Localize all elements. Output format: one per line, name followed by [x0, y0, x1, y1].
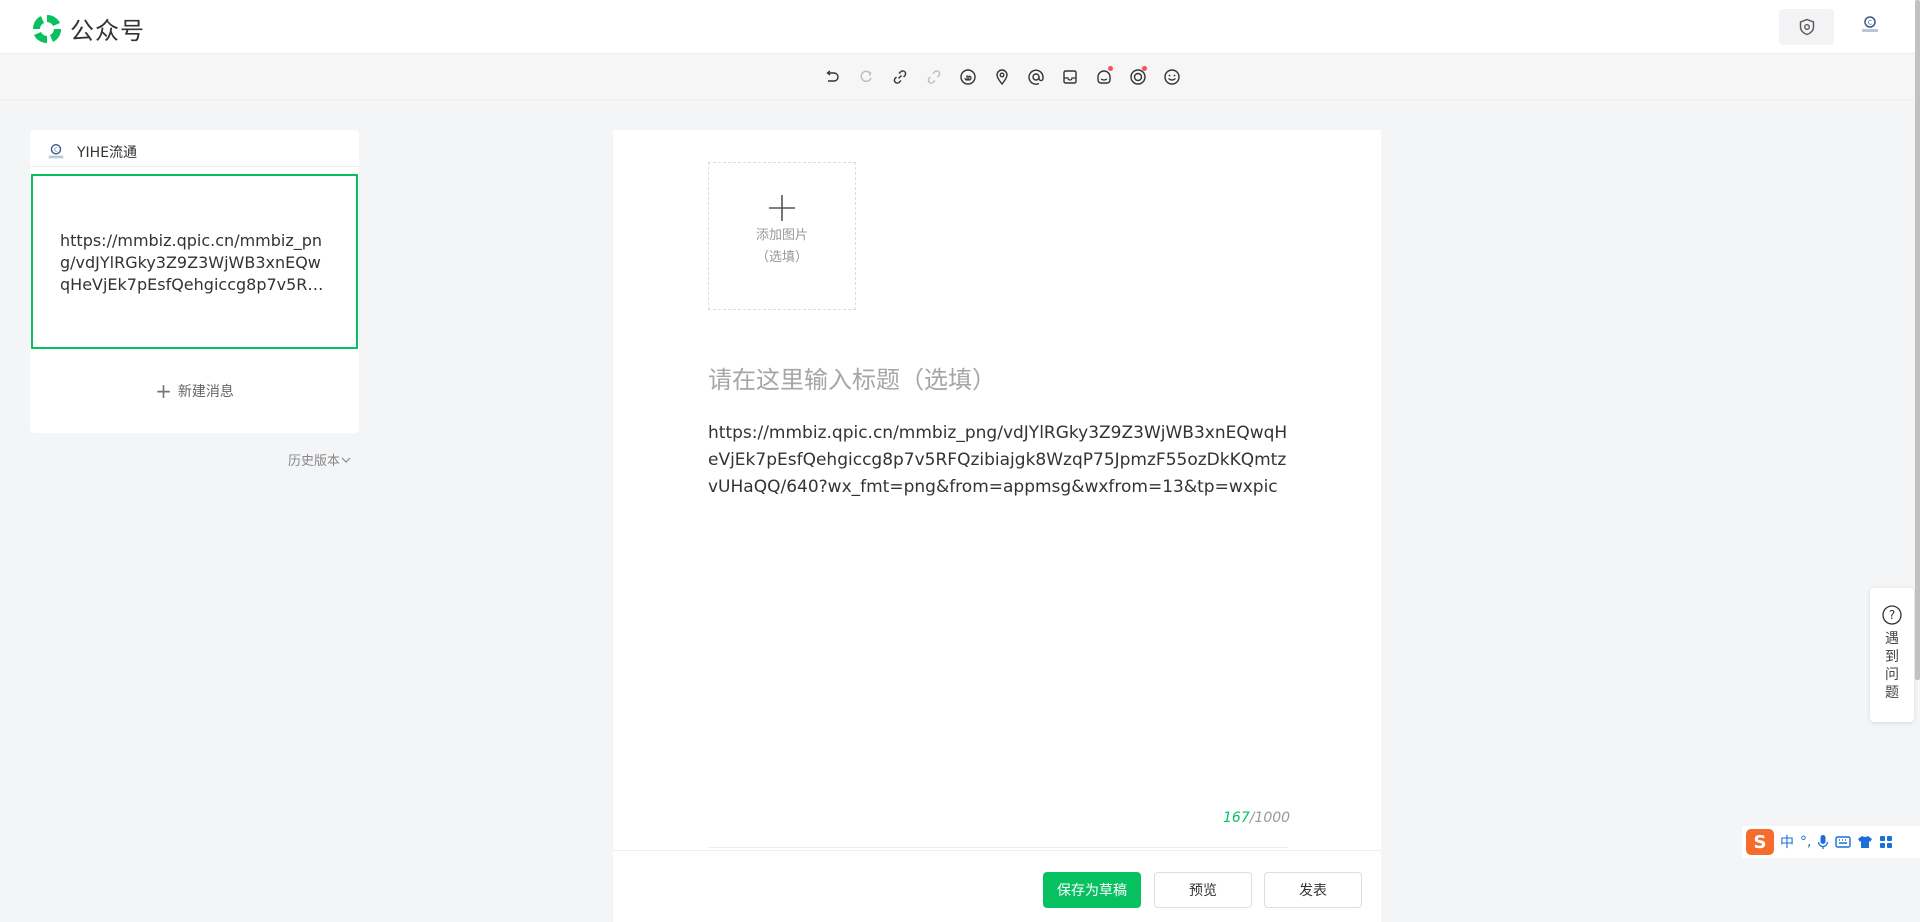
question-icon: ? [1882, 605, 1902, 625]
new-message-button[interactable]: + 新建消息 [30, 380, 359, 402]
editor-toolbar [0, 54, 1920, 100]
keyboard-icon[interactable] [1835, 835, 1852, 849]
svg-text:C: C [1868, 20, 1872, 27]
save-draft-button[interactable]: 保存为草稿 [1043, 872, 1141, 908]
avatar[interactable]: C [1859, 14, 1881, 36]
notification-dot [1108, 66, 1113, 71]
message-list-card: C YIHE流通 https://mmbiz.qpic.cn/mmbiz_png… [30, 130, 359, 433]
plus-icon [769, 195, 795, 221]
wechat-official-logo-icon [32, 14, 62, 43]
new-message-label: 新建消息 [177, 384, 234, 400]
ime-toolbar[interactable]: S 中 °, [1742, 826, 1920, 858]
account-name: YIHE流通 [77, 145, 138, 161]
inbox-button[interactable] [1053, 65, 1087, 89]
history-version-button[interactable]: 历史版本 [288, 450, 352, 469]
mention-button[interactable] [1019, 65, 1053, 89]
editor-panel: 添加图片 （选填） https://mmbiz.qpic.cn/mmbiz_pn… [613, 130, 1381, 922]
ime-mode-toggle[interactable]: 中 [1780, 832, 1794, 852]
char-count: 167 [1223, 810, 1250, 826]
ime-logo-icon: S [1746, 829, 1774, 855]
svg-text:C: C [54, 148, 58, 154]
content-editor[interactable]: https://mmbiz.qpic.cn/mmbiz_png/vdJYlRGk… [708, 420, 1288, 501]
app-name: 公众号 [70, 17, 145, 45]
redo-button[interactable] [849, 65, 883, 89]
divider [30, 166, 359, 167]
message-preview-text: https://mmbiz.qpic.cn/mmbiz_png/vdJYlRGk… [60, 231, 330, 294]
grid-menu-icon[interactable] [1879, 835, 1893, 849]
help-float-button[interactable]: ? 遇到问题 [1870, 588, 1914, 722]
history-label: 历史版本 [288, 454, 341, 469]
notification-dot [1142, 66, 1147, 71]
link-icon [893, 70, 907, 84]
char-counter: 167/1000 [1223, 810, 1290, 826]
microphone-icon[interactable] [1817, 834, 1829, 850]
divider [708, 847, 1288, 848]
title-input[interactable] [708, 366, 1288, 394]
add-image-label-line1: 添加图片 [755, 228, 808, 243]
svg-text:?: ? [1889, 608, 1895, 622]
unlink-button[interactable] [917, 65, 951, 89]
chevron-down-icon [341, 457, 351, 463]
scrollbar[interactable] [1915, 0, 1920, 680]
sticker-button[interactable] [1087, 65, 1121, 89]
mention-icon [1028, 69, 1044, 85]
message-item-selected[interactable]: https://mmbiz.qpic.cn/mmbiz_png/vdJYlRGk… [31, 174, 358, 349]
redo-icon [860, 70, 872, 83]
smile-icon [1164, 69, 1180, 85]
emoji-button[interactable] [1155, 65, 1189, 89]
char-limit: /1000 [1249, 810, 1291, 826]
security-button[interactable] [1779, 9, 1834, 45]
link-button[interactable] [883, 65, 917, 89]
logo[interactable]: 公众号 [30, 11, 145, 46]
mini-program-button[interactable] [951, 65, 985, 89]
account-avatar-icon: C [48, 144, 64, 159]
publish-button[interactable]: 发表 [1264, 872, 1362, 908]
help-label: 遇到问题 [1885, 631, 1899, 701]
skin-shirt-icon[interactable] [1857, 835, 1873, 849]
top-bar: 公众号 C [0, 0, 1920, 54]
add-image-label: 添加图片 （选填） [756, 225, 808, 269]
shield-icon [1799, 18, 1814, 36]
ime-punct-toggle[interactable]: °, [1800, 834, 1811, 850]
unlink-icon [927, 70, 941, 84]
add-image-label-line2: （选填） [755, 250, 808, 265]
plus-icon: + [155, 379, 172, 403]
target-button[interactable] [1121, 65, 1155, 89]
inbox-icon [1063, 70, 1077, 84]
account-avatar-icon: C [1862, 16, 1878, 32]
undo-button[interactable] [815, 65, 849, 89]
mini-program-icon [960, 69, 976, 85]
location-icon [996, 69, 1008, 86]
location-button[interactable] [985, 65, 1019, 89]
undo-icon [826, 70, 839, 82]
add-image-button[interactable]: 添加图片 （选填） [708, 162, 856, 310]
editor-footer: 保存为草稿 预览 发表 [613, 850, 1381, 922]
account-header: C YIHE流通 [46, 140, 137, 164]
preview-button[interactable]: 预览 [1154, 872, 1252, 908]
